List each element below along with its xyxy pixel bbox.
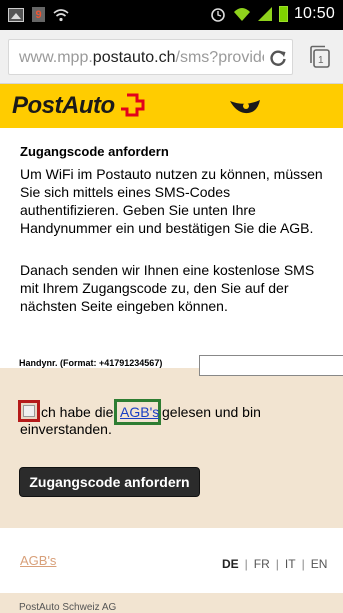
info-paragraph: Danach senden wir Ihnen eine kostenlose … <box>20 262 315 314</box>
lang-it[interactable]: IT <box>285 557 296 571</box>
lang-separator: | <box>244 557 248 571</box>
form-panel <box>0 368 343 528</box>
browser-toolbar: www.mpp.postauto.ch/sms?provider= 1 <box>0 30 343 84</box>
footer-agb-link[interactable]: AGB's <box>20 553 56 568</box>
url-prefix: www.mpp. <box>19 49 93 66</box>
reload-icon[interactable] <box>268 48 288 68</box>
agree-text-end: gelesen und bin <box>162 404 261 420</box>
page-title: Zugangscode anfordern <box>20 144 169 159</box>
image-icon <box>8 7 24 22</box>
url-domain: postauto.ch <box>92 49 176 66</box>
postauto-logo: PostAuto <box>12 92 115 119</box>
agree-text-line2: einverstanden. <box>20 421 112 437</box>
agree-checkbox[interactable] <box>23 405 35 417</box>
company-name: PostAuto Schweiz AG <box>19 602 117 613</box>
lang-separator: | <box>301 557 305 571</box>
wifi-icon <box>53 8 69 21</box>
wifi-signal-icon <box>233 8 250 21</box>
url-field[interactable]: www.mpp.postauto.ch/sms?provider= <box>8 39 293 75</box>
tabs-count: 1 <box>318 55 324 66</box>
lang-de[interactable]: DE <box>222 557 239 571</box>
alarm-icon <box>211 8 225 22</box>
agree-text-start: ch habe die <box>41 404 114 420</box>
cell-signal-icon <box>257 7 272 21</box>
badge-icon: 9 <box>32 7 45 22</box>
lang-fr[interactable]: FR <box>254 557 270 571</box>
tabs-icon: 1 <box>310 45 330 68</box>
tabs-button[interactable]: 1 <box>308 45 332 69</box>
url-text: www.mpp.postauto.ch/sms?provider= <box>19 49 264 67</box>
status-right: 10:50 <box>209 5 335 23</box>
status-left: 9 <box>8 7 69 22</box>
status-bar: 9 10:50 <box>0 0 343 30</box>
url-suffix: /sms?provider= <box>175 49 264 66</box>
brand-bar: PostAuto <box>0 84 343 128</box>
phone-label: Handynr. (Format: +41791234567) <box>19 358 163 368</box>
agree-checkbox-highlight <box>18 400 40 422</box>
battery-icon <box>278 6 288 22</box>
lang-separator: | <box>275 557 279 571</box>
phone-input[interactable] <box>199 355 343 376</box>
language-switcher: DE | FR | IT | EN <box>222 557 327 571</box>
swiss-cross-icon <box>121 93 145 117</box>
request-code-button[interactable]: Zugangscode anfordern <box>19 467 200 497</box>
clock: 10:50 <box>293 5 335 22</box>
intro-paragraph: Um WiFi im Postauto nutzen zu können, mü… <box>20 166 323 236</box>
lang-en[interactable]: EN <box>311 557 328 571</box>
posthorn-icon <box>230 100 260 114</box>
agb-link[interactable]: AGB's <box>120 404 159 420</box>
